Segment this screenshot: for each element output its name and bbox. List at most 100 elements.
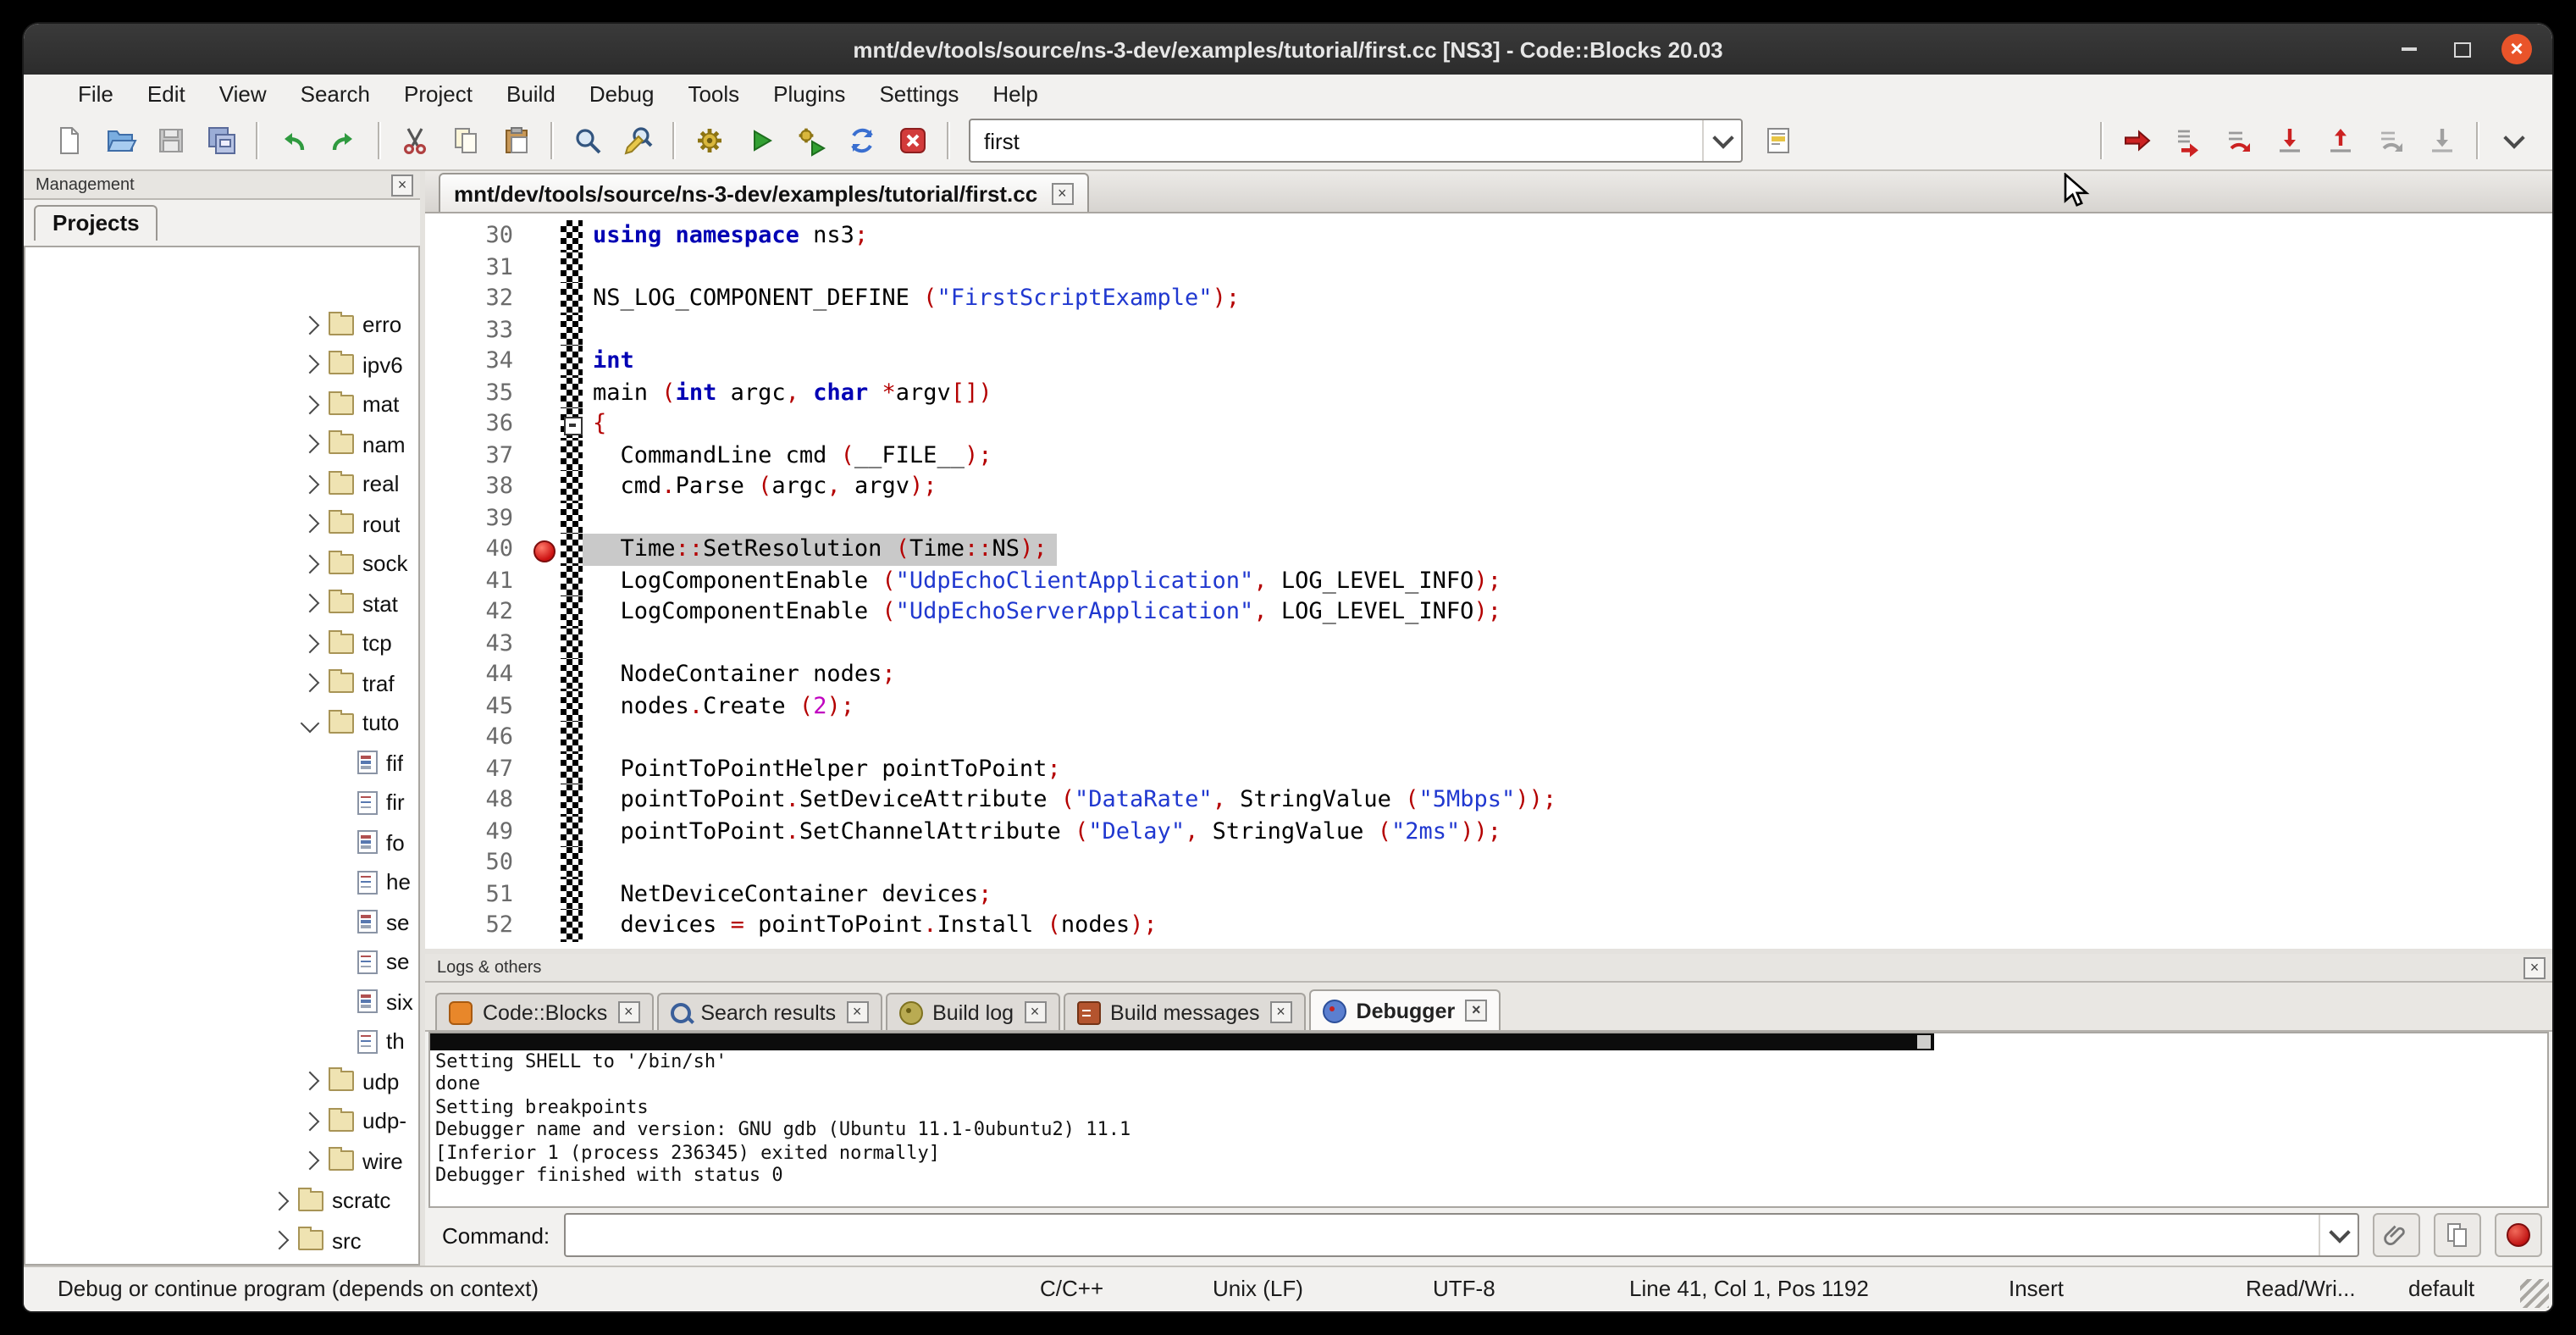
breakpoint-margin[interactable] <box>528 847 561 878</box>
management-close-icon[interactable] <box>391 174 413 196</box>
tree-item-nam[interactable]: nam <box>25 424 418 464</box>
menu-project[interactable]: Project <box>387 77 489 109</box>
breakpoint-margin[interactable] <box>528 440 561 471</box>
breakpoint-margin[interactable] <box>528 690 561 722</box>
command-combo[interactable] <box>563 1213 2359 1257</box>
tree-item-real[interactable]: real <box>25 464 418 504</box>
rebuild-button[interactable] <box>837 117 887 164</box>
chevron-right-icon[interactable] <box>301 1072 320 1091</box>
close-tab-icon[interactable] <box>1024 1001 1046 1023</box>
search-options-button[interactable] <box>1753 117 1804 164</box>
chevron-right-icon[interactable] <box>270 1231 290 1250</box>
run-button[interactable] <box>735 117 786 164</box>
attach-button[interactable] <box>2373 1213 2420 1257</box>
breakpoint-margin[interactable] <box>528 596 561 628</box>
tree-item-scratc[interactable]: scratc <box>25 1181 418 1221</box>
code-area[interactable]: 30using namespace ns3;3132NS_LOG_COMPONE… <box>425 213 2552 949</box>
breakpoint-margin[interactable] <box>528 878 561 910</box>
tree-item-th[interactable]: th <box>25 1022 418 1061</box>
menu-edit[interactable]: Edit <box>130 77 202 109</box>
log-tab-build-messages[interactable]: Build messages <box>1063 993 1306 1030</box>
chevron-down-icon[interactable] <box>301 713 320 733</box>
breakpoint-margin[interactable] <box>528 659 561 690</box>
tree-item-se[interactable]: se <box>25 942 418 982</box>
menu-settings[interactable]: Settings <box>862 77 976 109</box>
tree-item-tuto[interactable]: tuto <box>25 703 418 743</box>
breakpoint-icon[interactable] <box>533 540 556 562</box>
toolbar-overflow-button[interactable] <box>2488 117 2539 164</box>
chevron-right-icon[interactable] <box>301 673 320 693</box>
cut-button[interactable] <box>390 117 440 164</box>
save-all-button[interactable] <box>196 117 247 164</box>
tree-item-fif[interactable]: fif <box>25 743 418 783</box>
tree-item-traf[interactable]: traf <box>25 663 418 703</box>
breakpoint-margin[interactable] <box>528 753 561 784</box>
chevron-right-icon[interactable] <box>301 1111 320 1131</box>
run-to-cursor-button[interactable] <box>2163 117 2214 164</box>
fold-marker-icon[interactable] <box>564 416 583 435</box>
logs-close-icon[interactable] <box>2523 956 2546 978</box>
build-button[interactable] <box>684 117 735 164</box>
breakpoint-margin[interactable] <box>528 314 561 346</box>
tree-item-sock[interactable]: sock <box>25 544 418 584</box>
resize-grip[interactable] <box>2520 1279 2549 1308</box>
command-input[interactable] <box>565 1222 2319 1248</box>
tree-item-six[interactable]: six <box>25 982 418 1022</box>
open-file-button[interactable] <box>95 117 146 164</box>
menu-tools[interactable]: Tools <box>671 77 756 109</box>
breakpoint-margin[interactable] <box>528 722 561 753</box>
new-file-button[interactable] <box>44 117 95 164</box>
menu-view[interactable]: View <box>202 77 284 109</box>
stop-debugger-button[interactable] <box>2495 1213 2542 1257</box>
tree-item-fo[interactable]: fo <box>25 823 418 862</box>
minimize-button[interactable] <box>2393 34 2424 64</box>
breakpoint-margin[interactable] <box>528 910 561 941</box>
chevron-right-icon[interactable] <box>301 435 320 454</box>
copy-log-button[interactable] <box>2434 1213 2481 1257</box>
close-tab-icon[interactable] <box>617 1001 639 1023</box>
tree-item-src[interactable]: src <box>25 1221 418 1260</box>
breakpoint-margin[interactable] <box>528 628 561 659</box>
chevron-right-icon[interactable] <box>301 554 320 573</box>
next-instruction-button[interactable] <box>2366 117 2417 164</box>
chevron-right-icon[interactable] <box>301 634 320 653</box>
breakpoint-margin[interactable] <box>528 346 561 377</box>
log-tab-build-log[interactable]: Build log <box>885 993 1059 1030</box>
chevron-right-icon[interactable] <box>301 395 320 414</box>
step-out-button[interactable] <box>2315 117 2366 164</box>
tree-item-rout[interactable]: rout <box>25 504 418 544</box>
step-into-instruction-button[interactable] <box>2417 117 2468 164</box>
chevron-right-icon[interactable] <box>301 315 320 335</box>
tab-projects[interactable]: Projects <box>34 205 158 241</box>
build-and-run-button[interactable] <box>786 117 837 164</box>
debug-continue-button[interactable] <box>2112 117 2163 164</box>
chevron-right-icon[interactable] <box>301 474 320 494</box>
chevron-right-icon[interactable] <box>301 514 320 534</box>
next-line-button[interactable] <box>2214 117 2264 164</box>
replace-button[interactable] <box>613 117 664 164</box>
redo-button[interactable] <box>318 117 369 164</box>
tree-item-se[interactable]: se <box>25 902 418 942</box>
breakpoint-margin[interactable] <box>528 816 561 847</box>
incremental-search-input[interactable] <box>970 128 1702 153</box>
tree-item-wire[interactable]: wire <box>25 1141 418 1181</box>
close-tab-icon[interactable] <box>1270 1001 1292 1023</box>
find-button[interactable] <box>562 117 613 164</box>
copy-button[interactable] <box>440 117 491 164</box>
paste-button[interactable] <box>491 117 542 164</box>
breakpoint-margin[interactable] <box>528 534 561 565</box>
log-tab-search-results[interactable]: Search results <box>656 993 882 1030</box>
abort-build-button[interactable] <box>887 117 938 164</box>
log-tab-code-blocks[interactable]: Code::Blocks <box>435 993 653 1030</box>
tree-item-ipv6[interactable]: ipv6 <box>25 345 418 385</box>
maximize-button[interactable] <box>2447 34 2478 64</box>
menu-search[interactable]: Search <box>284 77 387 109</box>
save-button[interactable] <box>146 117 196 164</box>
chevron-right-icon[interactable] <box>301 1151 320 1171</box>
tree-item-stat[interactable]: stat <box>25 584 418 623</box>
undo-button[interactable] <box>268 117 318 164</box>
menu-build[interactable]: Build <box>489 77 572 109</box>
breakpoint-margin[interactable] <box>528 377 561 408</box>
tree-item-tcp[interactable]: tcp <box>25 623 418 663</box>
editor-tab-first-cc[interactable]: mnt/dev/tools/source/ns-3-dev/examples/t… <box>439 173 1088 212</box>
